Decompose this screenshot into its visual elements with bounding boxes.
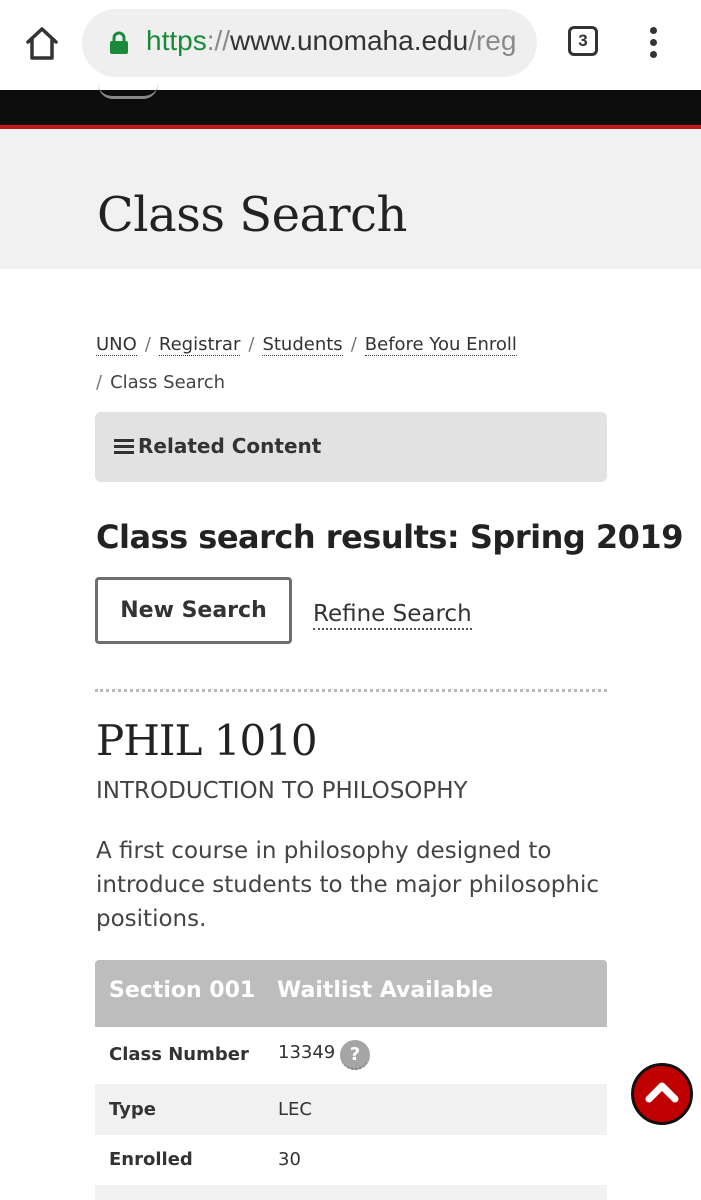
section-name: Section 001	[109, 978, 256, 1003]
row-value: LEC	[278, 1099, 312, 1120]
course-description: A first course in philosophy designed to…	[96, 838, 599, 932]
chevron-up-icon	[645, 1082, 679, 1103]
breadcrumb-uno[interactable]: UNO	[96, 334, 137, 356]
help-icon[interactable]: ?	[340, 1040, 370, 1070]
tabs-icon[interactable]: 3	[568, 26, 598, 56]
row-label: Class Number	[109, 1044, 249, 1065]
results-heading: Class search results: Spring 2019	[96, 518, 683, 556]
table-row: Type LEC	[95, 1084, 607, 1135]
breadcrumb-separator: /	[350, 334, 357, 355]
related-content-toggle[interactable]: Related Content	[95, 412, 607, 482]
home-icon[interactable]	[20, 22, 64, 66]
breadcrumb-before-you-enroll[interactable]: Before You Enroll	[364, 334, 517, 356]
breadcrumb-separator: /	[144, 334, 151, 355]
refine-search-link[interactable]: Refine Search	[313, 600, 472, 630]
address-bar[interactable]: https://www.unomaha.edu/reg	[82, 9, 537, 77]
section-status: Waitlist Available	[277, 978, 494, 1003]
table-row	[95, 1185, 607, 1200]
breadcrumb-separator: /	[248, 334, 255, 355]
course-code: PHIL 1010	[96, 716, 318, 765]
related-content-label: Related Content	[138, 434, 322, 458]
table-row: Enrolled 30	[95, 1135, 607, 1185]
new-search-button[interactable]: New Search	[95, 577, 292, 644]
breadcrumb-separator: /	[96, 372, 103, 393]
row-value: 13349	[278, 1042, 336, 1063]
browser-toolbar: https://www.unomaha.edu/reg 3	[0, 0, 701, 90]
site-logo[interactable]	[98, 84, 158, 99]
row-label: Type	[109, 1099, 156, 1120]
course-title: INTRODUCTION TO PHILOSOPHY	[96, 778, 468, 804]
back-to-top-button[interactable]	[631, 1063, 693, 1125]
url-text: https://www.unomaha.edu/reg	[146, 25, 517, 56]
lock-icon	[108, 31, 130, 55]
page-title: Class Search	[97, 187, 407, 243]
breadcrumb-registrar[interactable]: Registrar	[158, 334, 241, 356]
section-header: Section 001 Waitlist Available	[95, 960, 607, 1027]
menu-icon	[114, 439, 134, 455]
row-label: Enrolled	[109, 1149, 193, 1170]
divider	[95, 689, 607, 692]
row-value: 30	[278, 1149, 301, 1170]
breadcrumb: UNO / Registrar / Students / Before You Enroll…	[96, 326, 616, 402]
more-vert-icon[interactable]	[641, 24, 665, 60]
breadcrumb-students[interactable]: Students	[262, 334, 343, 356]
breadcrumb-current: Class Search	[110, 372, 225, 393]
table-row: Class Number 13349 ?	[95, 1027, 607, 1084]
